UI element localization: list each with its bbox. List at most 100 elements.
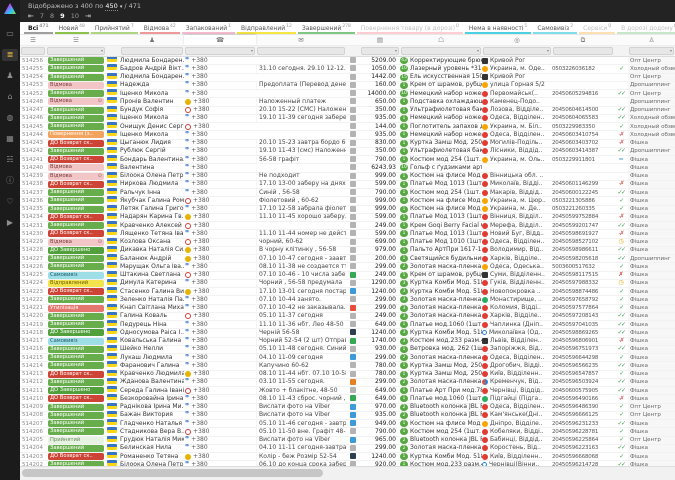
message-icon[interactable] [350, 371, 356, 377]
message-icon[interactable] [350, 428, 356, 434]
page-7[interactable]: 7 [40, 11, 44, 21]
filter-input[interactable]: ▾ [483, 47, 551, 55]
message-icon[interactable] [350, 338, 356, 344]
message-icon[interactable] [350, 206, 356, 212]
chevron-down-icon[interactable]: ▾ [251, 48, 253, 54]
settings-icon[interactable]: ☵ [2, 154, 18, 166]
message-icon[interactable] [350, 420, 356, 426]
tab-10[interactable]: Сервіси0 [579, 22, 615, 34]
filter-input[interactable]: ▾ [401, 47, 481, 55]
filter-input[interactable] [121, 47, 183, 55]
tracking-icon[interactable]: ⧉ [552, 35, 614, 45]
tab-0[interactable]: Всі471 [24, 22, 53, 34]
chevron-down-icon[interactable]: ▾ [547, 48, 549, 54]
filter-input[interactable] [553, 47, 613, 55]
chevron-down-icon[interactable]: ▾ [120, 4, 123, 10]
message-icon[interactable] [350, 362, 356, 368]
message-icon[interactable] [350, 412, 356, 418]
customer-icon[interactable]: ♟ [120, 35, 184, 45]
message-icon[interactable] [350, 98, 356, 104]
tab-9[interactable]: Самовивіз2 [533, 22, 577, 34]
message-icon[interactable] [350, 197, 356, 203]
message-icon[interactable] [350, 387, 356, 393]
comment-icon[interactable]: ✉ [256, 35, 346, 45]
message-icon[interactable] [350, 156, 356, 162]
filter-input[interactable] [21, 47, 45, 55]
message-icon[interactable] [350, 57, 356, 63]
contacts-icon[interactable]: ♟ [2, 70, 18, 82]
message-icon[interactable] [350, 74, 356, 80]
media-icon[interactable]: ▶ [2, 217, 18, 229]
orders-menu-icon[interactable]: ≣ [2, 49, 18, 61]
message-icon[interactable] [350, 305, 356, 311]
message-icon[interactable] [350, 189, 356, 195]
message-icon[interactable] [350, 173, 356, 179]
monitor-icon[interactable]: ▭ [2, 28, 18, 40]
message-icon[interactable] [350, 354, 356, 360]
message-icon[interactable] [350, 65, 356, 71]
message-icon[interactable] [350, 222, 356, 228]
message-icon[interactable] [350, 329, 356, 335]
status-icon[interactable]: ☱ [46, 35, 106, 45]
delivery-icon[interactable]: ◎ [482, 35, 552, 45]
tab-5[interactable]: Відправлений12 [237, 22, 296, 34]
horizontal-scrollbar-track[interactable] [20, 466, 675, 480]
message-icon[interactable] [350, 181, 356, 187]
tab-6[interactable]: Завершений278 [298, 22, 355, 34]
message-icon[interactable] [350, 131, 356, 137]
payment-icon[interactable]: ▤ [360, 35, 400, 45]
message-icon[interactable] [350, 239, 356, 245]
horizontal-scrollbar-thumb[interactable] [22, 469, 323, 477]
tab-8[interactable]: Нема в наявності1 [465, 22, 531, 34]
message-icon[interactable] [350, 230, 356, 236]
page-9[interactable]: 9 [60, 11, 65, 21]
message-icon[interactable] [350, 90, 356, 96]
filter-input[interactable]: ▾ [185, 47, 255, 55]
message-icon[interactable] [350, 280, 356, 286]
info-icon[interactable]: ⓘ [2, 175, 18, 187]
skip-start-icon[interactable]: ⇤ [28, 11, 34, 21]
message-icon[interactable] [350, 296, 356, 302]
message-icon[interactable] [350, 395, 356, 401]
order-icon[interactable]: ☰ [20, 35, 46, 45]
message-icon[interactable] [350, 379, 356, 385]
tab-7[interactable]: Повернення товару (в дорозі)0 [357, 22, 463, 34]
message-icon[interactable] [350, 115, 356, 121]
message-icon[interactable] [350, 123, 356, 129]
message-icon[interactable] [350, 107, 356, 113]
message-icon[interactable] [350, 148, 356, 154]
filter-input[interactable]: ▾ [629, 47, 674, 55]
tab-2[interactable]: Прийнятий7 [91, 22, 138, 34]
message-icon[interactable] [350, 445, 356, 451]
reports-icon[interactable]: ▦ [2, 133, 18, 145]
filter-input[interactable]: ▾ [361, 47, 399, 55]
filter-input[interactable]: ▾ [47, 47, 105, 55]
source-icon[interactable]: ♙ [628, 35, 675, 45]
home-icon[interactable]: ⌂ [2, 91, 18, 103]
message-icon[interactable] [350, 404, 356, 410]
chevron-down-icon[interactable]: ▾ [477, 48, 479, 54]
tab-3[interactable]: Відмова42 [140, 22, 180, 34]
message-icon[interactable] [350, 214, 356, 220]
product-icon[interactable]: ☖ [400, 35, 482, 45]
message-icon[interactable] [350, 321, 356, 327]
message-icon[interactable] [350, 453, 356, 459]
page-10[interactable]: 10 [71, 11, 79, 21]
message-icon[interactable] [350, 313, 356, 319]
message-icon[interactable] [350, 247, 356, 253]
app-logo-icon[interactable] [4, 3, 16, 14]
tab-1[interactable]: Новий48 [55, 22, 89, 34]
tab-4[interactable]: Запакований1 [182, 22, 235, 34]
tab-11[interactable]: В дорозі додому0 [617, 22, 675, 34]
skip-end-icon[interactable]: ⇥ [85, 11, 91, 21]
per-page-selector[interactable]: 450 [105, 2, 117, 11]
message-icon[interactable] [350, 288, 356, 294]
chevron-down-icon[interactable]: ▾ [395, 48, 397, 54]
message-icon[interactable] [350, 346, 356, 352]
message-icon[interactable] [350, 437, 356, 443]
page-8[interactable]: 8 [50, 11, 54, 21]
filter-input[interactable] [257, 47, 345, 55]
message-icon[interactable] [350, 272, 356, 278]
message-icon[interactable] [350, 255, 356, 261]
message-icon[interactable] [350, 140, 356, 146]
